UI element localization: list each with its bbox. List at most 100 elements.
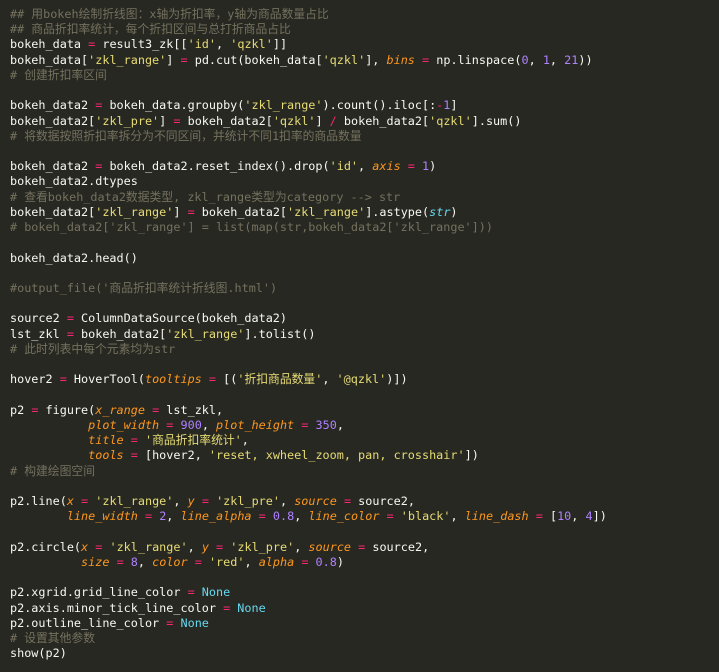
code-line[interactable]: bokeh_data2['zkl_pre'] = bokeh_data2['qz… bbox=[10, 114, 719, 129]
code-line[interactable]: title = '商品折扣率统计', bbox=[10, 433, 719, 448]
code-token-number: 0.8 bbox=[315, 554, 337, 569]
code-token-string: 'reset, xwheel_zoom, pan, crosshair' bbox=[208, 448, 465, 463]
code-line[interactable]: bokeh_data2 = bokeh_data.groupby('zkl_ra… bbox=[10, 98, 719, 113]
code-line[interactable]: line_width = 2, line_alpha = 0.8, line_c… bbox=[10, 509, 719, 524]
code-token-plain: bokeh_data[ bbox=[10, 52, 89, 67]
code-token-plain: source2, bbox=[351, 494, 415, 508]
code-token-op: = bbox=[59, 372, 67, 387]
code-token-op: / bbox=[329, 113, 337, 128]
code-token-op: = bbox=[194, 554, 202, 569]
code-token-plain: pd.cut(bokeh_data[ bbox=[187, 52, 323, 67]
code-line[interactable]: source2 = ColumnDataSource(bokeh_data2) bbox=[10, 311, 719, 326]
code-line[interactable]: ​ bbox=[10, 266, 719, 281]
code-editor[interactable]: ## 用bokeh绘制折线图：x轴为折扣率，y轴为商品数量占比 ## 商品折扣率统… bbox=[0, 0, 719, 672]
code-line[interactable]: # bokeh_data2['zkl_range'] = list(map(st… bbox=[10, 220, 719, 235]
code-token-number: 0.8 bbox=[272, 509, 295, 524]
code-line[interactable]: p2.axis.minor_tick_line_color = None bbox=[10, 601, 719, 616]
code-token-plain: hover2 bbox=[10, 372, 60, 387]
code-token-string: 'black' bbox=[400, 509, 451, 524]
code-token-plain: , bbox=[294, 509, 309, 524]
code-token-param: x_range bbox=[95, 402, 145, 417]
code-line[interactable]: ​ bbox=[10, 387, 719, 402]
code-token-string: '商品折扣率统计' bbox=[144, 433, 242, 448]
code-token-plain: p2.axis.minor_tick_line_color bbox=[10, 600, 224, 615]
code-line[interactable]: ​ bbox=[10, 83, 719, 98]
code-line[interactable]: # 将数据按照折扣率拆分为不同区间，并统计不同1扣率的商品数量 bbox=[10, 129, 719, 144]
code-line[interactable]: show(p2) bbox=[10, 646, 719, 661]
code-token-param: title bbox=[88, 433, 124, 448]
code-token-plain: bokeh_data2.dtypes bbox=[10, 174, 138, 189]
code-line[interactable]: bokeh_data2 = bokeh_data2.reset_index().… bbox=[10, 159, 719, 174]
code-line[interactable]: bokeh_data = result3_zk[['id', 'qzkl']] bbox=[10, 37, 719, 52]
code-token-number: 350 bbox=[315, 417, 337, 432]
code-token-plain: bokeh_data2[ bbox=[194, 204, 288, 219]
code-line[interactable]: #output_file('商品折扣率统计折线图.html') bbox=[10, 281, 719, 296]
code-token-plain: bokeh_data2[ bbox=[180, 113, 273, 128]
code-token-plain: figure( bbox=[38, 402, 96, 417]
code-line[interactable]: ​ bbox=[10, 296, 719, 311]
code-line[interactable]: ​ bbox=[10, 479, 719, 494]
code-line[interactable]: # 此时列表中每个元素均为str bbox=[10, 342, 719, 357]
code-line[interactable]: size = 8, color = 'red', alpha = 0.8) bbox=[10, 555, 719, 570]
code-token-plain: , bbox=[322, 372, 337, 387]
code-token-plain: , bbox=[187, 539, 202, 554]
code-token-plain: ] bbox=[315, 113, 330, 128]
code-token-plain: , bbox=[216, 37, 231, 52]
code-token-plain: , bbox=[173, 494, 188, 508]
code-line[interactable]: # 设置其他参数 bbox=[10, 631, 719, 646]
code-token-plain: ]) bbox=[592, 509, 607, 524]
code-line[interactable]: ## 商品折扣率统计，每个折扣区间与总打折商品占比 bbox=[10, 22, 719, 37]
code-line[interactable]: ​ bbox=[10, 235, 719, 250]
code-token-string: 'zkl_range' bbox=[287, 204, 366, 219]
code-token-param: line_width bbox=[66, 509, 138, 524]
code-line[interactable]: p2.circle(x = 'zkl_range', y = 'zkl_pre'… bbox=[10, 540, 719, 555]
code-token-op: = bbox=[386, 509, 394, 524]
code-token-plain: , bbox=[241, 433, 249, 448]
code-line[interactable]: p2.xgrid.grid_line_color = None bbox=[10, 585, 719, 600]
code-line[interactable]: ​ bbox=[10, 570, 719, 585]
code-line[interactable]: bokeh_data2['zkl_range'] = bokeh_data2['… bbox=[10, 205, 719, 220]
code-token-op: = bbox=[66, 311, 74, 326]
code-line[interactable]: bokeh_data['zkl_range'] = pd.cut(bokeh_d… bbox=[10, 53, 719, 68]
code-line[interactable]: # 创建折扣率区间 bbox=[10, 68, 719, 83]
code-line[interactable]: bokeh_data2.head() bbox=[10, 251, 719, 266]
code-token-plain: bokeh_data bbox=[10, 37, 89, 52]
code-line[interactable]: p2.outline_line_color = None bbox=[10, 616, 719, 631]
code-token-plain: ] bbox=[159, 113, 174, 128]
code-token-plain: , bbox=[137, 554, 153, 569]
code-token-builtin: None bbox=[237, 600, 266, 615]
code-line[interactable]: lst_zkl = bokeh_data2['zkl_range'].tolis… bbox=[10, 327, 719, 342]
code-line[interactable]: bokeh_data2.dtypes bbox=[10, 174, 719, 189]
code-line[interactable]: plot_width = 900, plot_height = 350, bbox=[10, 418, 719, 433]
code-token-plain: bokeh_data2 bbox=[10, 159, 96, 174]
code-line[interactable]: tools = [hover2, 'reset, xwheel_zoom, pa… bbox=[10, 448, 719, 463]
code-line[interactable]: ## 用bokeh绘制折线图：x轴为折扣率，y轴为商品数量占比 bbox=[10, 7, 719, 22]
code-token-param: line_alpha bbox=[180, 509, 252, 524]
code-line[interactable]: # 构建绘图空间 bbox=[10, 464, 719, 479]
code-token-plain: , bbox=[571, 509, 586, 524]
code-token-plain: , bbox=[244, 554, 259, 569]
code-line[interactable]: # 查看bokeh_data2数据类型, zkl_range类型为categor… bbox=[10, 190, 719, 205]
code-token-param: line_color bbox=[308, 509, 380, 524]
code-line[interactable]: ​ bbox=[10, 144, 719, 159]
code-line[interactable]: p2 = figure(x_range = lst_zkl, bbox=[10, 403, 719, 418]
code-token-plain: , bbox=[201, 417, 217, 432]
code-line[interactable]: ​ bbox=[10, 357, 719, 372]
code-line[interactable]: hover2 = HoverTool(tooltips = [('折扣商品数量'… bbox=[10, 372, 719, 387]
code-line[interactable]: p2.line(x = 'zkl_range', y = 'zkl_pre', … bbox=[10, 494, 719, 509]
code-line[interactable]: ​ bbox=[10, 524, 719, 539]
code-token-plain: p2.circle( bbox=[10, 539, 82, 554]
code-token-op: = bbox=[535, 509, 543, 524]
